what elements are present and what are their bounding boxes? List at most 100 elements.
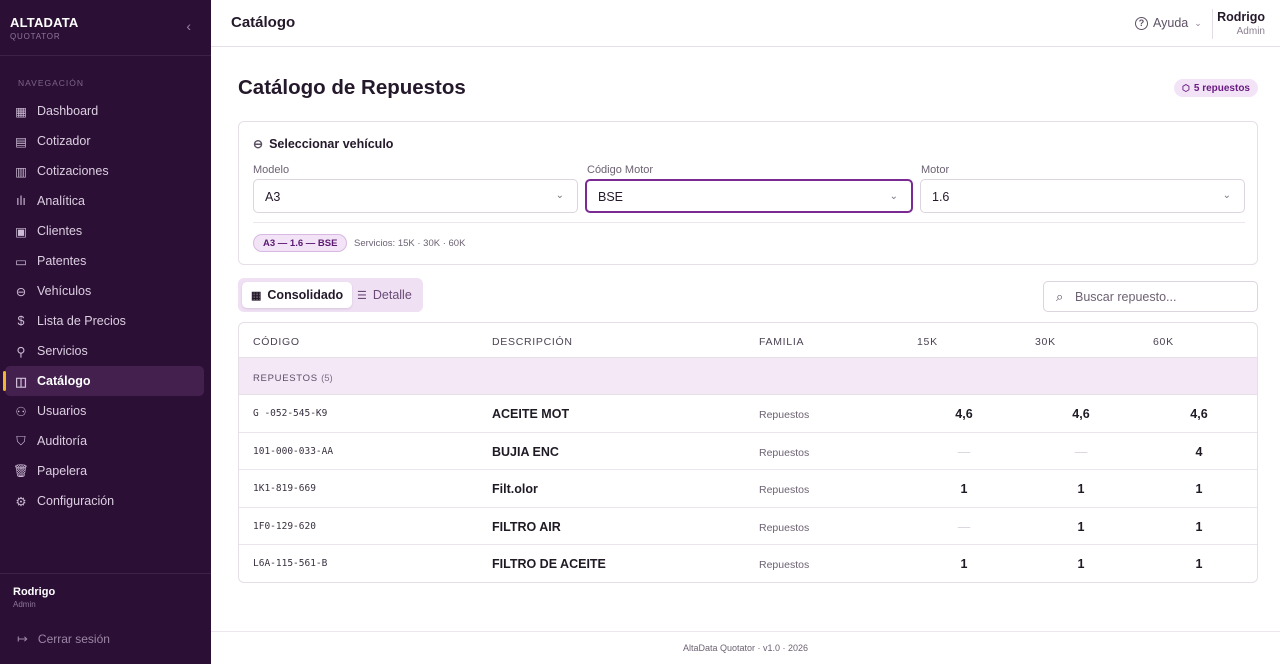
sidebar-item-label: Configuración (37, 494, 115, 508)
contact-card-icon: ▣ (15, 224, 27, 239)
part-code: G -052-545-K9 (253, 408, 328, 419)
sidebar-item-servicios[interactable]: ⚲ Servicios (5, 336, 204, 366)
sidebar-user-role: Admin (13, 600, 36, 609)
grid-icon: ▦ (251, 289, 262, 302)
tab-detail[interactable]: ☰ Detalle (348, 282, 421, 308)
table-row[interactable]: 1F0-129-620 FILTRO AIR Repuestos — 1 1 (239, 508, 1257, 545)
sidebar-item-lista-de-precios[interactable]: $ Lista de Precios (5, 306, 204, 336)
part-description: BUJIA ENC (492, 444, 559, 459)
model-select[interactable]: A3 ⌄ (253, 179, 578, 213)
sidebar-item-label: Usuarios (37, 404, 87, 418)
help-menu-button[interactable]: ? Ayuda ⌄ (1135, 16, 1202, 30)
engine-label: Motor (921, 164, 950, 176)
sidebar-item-label: Catálogo (37, 374, 91, 388)
count-badge-label: 5 repuestos (1193, 82, 1250, 94)
shield-icon: ⛉ (16, 433, 26, 448)
tab-detail-label: Detalle (372, 288, 412, 302)
sidebar-item-vehículos[interactable]: ⊖ Vehículos (5, 276, 204, 306)
sidebar-item-papelera[interactable]: 🗑 Papelera (5, 456, 204, 486)
sidebar-item-catálogo[interactable]: ◫ Catálogo (3, 366, 204, 396)
collapse-sidebar-button[interactable]: ‹ (186, 18, 191, 34)
car-icon: ⊖ (15, 284, 27, 299)
quantity-15k: 1 (960, 557, 968, 571)
sidebar-item-label: Dashboard (37, 104, 99, 118)
column-header-60k[interactable]: 60K (1153, 336, 1174, 348)
vehicle-selector-card: ⊖ Seleccionar vehículo Modelo A3 ⌄ Códig… (238, 121, 1258, 265)
logout-button[interactable]: ↦ Cerrar sesión (17, 631, 110, 647)
part-description: Filt.olor (492, 482, 538, 496)
plate-icon: ▭ (15, 254, 27, 269)
vehicle-selector-title: Seleccionar vehículo (269, 137, 394, 151)
car-icon: ⊖ (253, 137, 264, 151)
engine-select[interactable]: 1.6 ⌄ (920, 179, 1245, 213)
user-menu[interactable]: Rodrigo Admin (1217, 10, 1265, 37)
brand-subtitle: QUOTATOR (10, 32, 61, 41)
column-header-code[interactable]: CÓDIGO (253, 336, 300, 348)
chevron-down-icon: ⌄ (1194, 17, 1202, 28)
engine-code-select-value: BSE (598, 190, 624, 204)
topbar: Catálogo ? Ayuda ⌄ Rodrigo Admin (211, 0, 1280, 47)
sidebar-item-label: Patentes (37, 254, 87, 268)
user-name: Rodrigo (1217, 10, 1265, 24)
help-icon: ? (1135, 16, 1148, 30)
sidebar: ALTADATA QUOTATOR ‹ NAVEGACIÓN ▦ Dashboar… (0, 0, 211, 664)
help-label: Ayuda (1153, 16, 1189, 30)
quantity-15k: 4,6 (955, 407, 973, 421)
group-row[interactable]: REPUESTOS (5) (239, 358, 1257, 395)
divider (253, 222, 1245, 223)
nav-section-label: NAVEGACIÓN (18, 78, 85, 88)
document-icon: ▥ (15, 164, 27, 179)
sidebar-nav: ▦ Dashboard ▤ Cotizador ▥ Cotizaciones ılı Anal… (0, 96, 211, 516)
wrench-icon: ⚲ (16, 344, 26, 359)
footer-text: AltaData Quotator · v1.0 · 2026 (682, 643, 809, 653)
model-select-value: A3 (265, 190, 281, 204)
search-icon: ⌕ (1056, 289, 1064, 304)
sidebar-item-patentes[interactable]: ▭ Patentes (5, 246, 204, 276)
sidebar-item-clientes[interactable]: ▣ Clientes (5, 216, 204, 246)
sidebar-item-label: Analítica (37, 194, 85, 208)
book-open-icon: ◫ (15, 374, 27, 389)
table-row[interactable]: 101-000-033-AA BUJIA ENC Repuestos — — 4 (239, 433, 1257, 470)
sidebar-item-dashboard[interactable]: ▦ Dashboard (5, 96, 204, 126)
sidebar-item-auditoría[interactable]: ⛉ Auditoría (5, 426, 204, 456)
logout-icon: ↦ (17, 631, 28, 646)
quantity-30k: 1 (1077, 557, 1085, 571)
column-header-30k[interactable]: 30K (1035, 336, 1056, 348)
quantity-30k: 1 (1077, 482, 1085, 496)
quantity-15k: — (957, 519, 971, 534)
part-code: 1F0-129-620 (253, 520, 316, 532)
part-family: Repuestos (759, 446, 810, 459)
quantity-30k: — (1074, 444, 1088, 459)
column-header-family[interactable]: FAMILIA (759, 336, 804, 348)
group-label: REPUESTOS (5) (253, 373, 333, 384)
table-row[interactable]: 1K1-819-669 Filt.olor Repuestos 1 1 1 (239, 470, 1257, 508)
sidebar-item-label: Auditoría (37, 434, 88, 448)
engine-code-select[interactable]: BSE ⌄ (585, 179, 913, 213)
table-row[interactable]: L6A-115-561-B FILTRO DE ACEITE Repuestos 1 1… (239, 545, 1257, 582)
part-code: 1K1-819-669 (253, 483, 316, 494)
sidebar-item-cotizaciones[interactable]: ▥ Cotizaciones (5, 156, 204, 186)
column-header-15k[interactable]: 15K (917, 336, 938, 348)
package-icon: ⬡ (1182, 82, 1190, 93)
sidebar-item-label: Papelera (37, 464, 88, 478)
logout-label: Cerrar sesión (37, 632, 110, 646)
page-title: Catálogo de Repuestos (238, 76, 466, 99)
sidebar-item-usuarios[interactable]: ⚇ Usuarios (5, 396, 204, 426)
engine-code-label: Código Motor (587, 164, 654, 176)
group-count: (5) (321, 373, 333, 384)
table-row[interactable]: G -052-545-K9 ACEITE MOT Repuestos 4,6 4,6 4,… (239, 395, 1257, 433)
sidebar-item-analítica[interactable]: ılı Analítica (5, 186, 204, 216)
part-family: Repuestos (759, 409, 810, 421)
sidebar-item-configuración[interactable]: ⚙ Configuración (5, 486, 204, 516)
tab-consolidated[interactable]: ▦ Consolidado (242, 282, 353, 308)
gear-icon: ⚙ (15, 494, 27, 509)
search-input[interactable]: ⌕ Buscar repuesto... (1043, 281, 1258, 312)
sidebar-item-label: Cotizador (37, 134, 91, 148)
quantity-60k: 4 (1195, 444, 1203, 459)
chevron-down-icon: ⌄ (1222, 190, 1231, 201)
part-code: 101-000-033-AA (253, 445, 334, 457)
engine-select-value: 1.6 (932, 190, 950, 204)
column-header-description[interactable]: DESCRIPCIÓN (492, 336, 573, 348)
page-header-title: Catálogo (231, 14, 296, 31)
sidebar-item-cotizador[interactable]: ▤ Cotizador (5, 126, 204, 156)
